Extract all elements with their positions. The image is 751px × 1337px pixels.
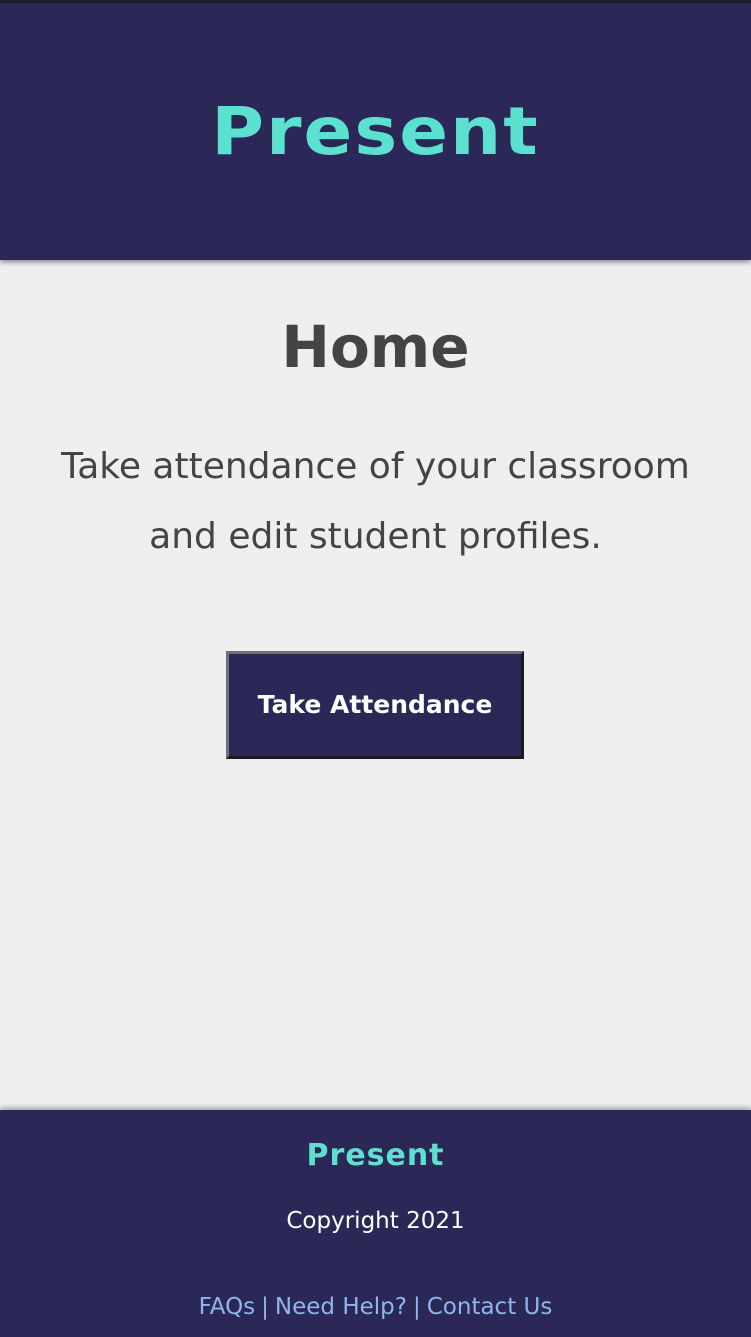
link-separator: | [261,1294,269,1320]
link-separator: | [412,1294,421,1320]
brand-logo[interactable]: Present [0,94,751,168]
main-content: Home Take attendance of your classroom a… [0,260,751,1110]
site-header: Present [0,3,751,260]
footer-logo[interactable]: Present [0,1136,751,1176]
take-attendance-button[interactable]: Take Attendance [226,651,524,759]
faqs-link[interactable]: FAQs [199,1294,256,1320]
site-footer: Present Copyright 2021 FAQs | Need Help? | C… [0,1110,751,1337]
contact-us-link[interactable]: Contact Us [427,1294,553,1320]
intro-text: Take attendance of your classroom and ed… [61,446,690,557]
need-help-link[interactable]: Need Help? [275,1294,407,1320]
footer-links: FAQs | Need Help? | Contact Us [0,1292,751,1322]
page-title: Home [281,313,470,381]
copyright-text: Copyright 2021 [286,1208,465,1234]
